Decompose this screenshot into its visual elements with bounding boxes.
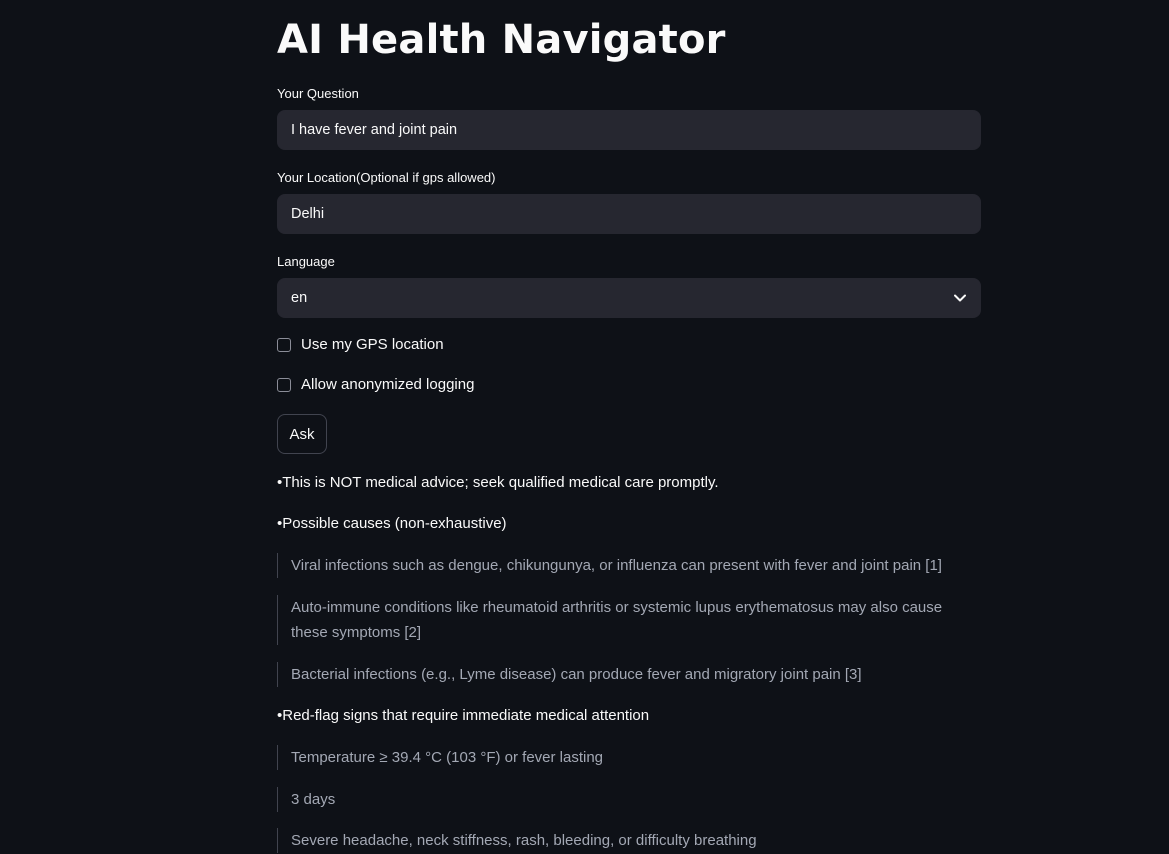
language-select[interactable]: en <box>277 278 981 318</box>
logging-checkbox[interactable] <box>277 377 291 392</box>
question-label: Your Question <box>277 86 359 101</box>
cause-item: Viral infections such as dengue, chikung… <box>277 553 971 578</box>
redflag-item: Temperature ≥ 39.4 °C (103 °F) or fever … <box>277 745 971 770</box>
causes-heading: •Possible causes (non-exhaustive) <box>277 515 507 532</box>
logging-checkbox-row[interactable]: Allow anonymized logging <box>277 376 474 393</box>
language-select-value: en <box>291 290 308 306</box>
chevron-down-icon <box>953 291 967 305</box>
redflag-item: 3 days <box>277 787 971 812</box>
location-input[interactable]: Delhi <box>277 194 981 234</box>
redflag-heading: •Red-flag signs that require immediate m… <box>277 707 650 724</box>
location-label: Your Location(Optional if gps allowed) <box>277 170 496 185</box>
language-label: Language <box>277 254 335 269</box>
gps-checkbox-row[interactable]: Use my GPS location <box>277 336 444 353</box>
cause-item: Bacterial infections (e.g., Lyme disease… <box>277 662 971 687</box>
disclaimer-text: •This is NOT medical advice; seek qualif… <box>277 474 719 491</box>
cause-item: Auto-immune conditions like rheumatoid a… <box>277 595 971 645</box>
redflag-item: Severe headache, neck stiffness, rash, b… <box>277 828 971 853</box>
question-input-value: I have fever and joint pain <box>291 122 458 138</box>
gps-checkbox-label: Use my GPS location <box>301 336 444 353</box>
ask-button[interactable]: Ask <box>277 414 327 454</box>
gps-checkbox[interactable] <box>277 337 291 352</box>
page-title: AI Health Navigator <box>277 17 726 63</box>
location-input-value: Delhi <box>291 206 325 222</box>
question-input[interactable]: I have fever and joint pain <box>277 110 981 150</box>
logging-checkbox-label: Allow anonymized logging <box>301 376 475 393</box>
